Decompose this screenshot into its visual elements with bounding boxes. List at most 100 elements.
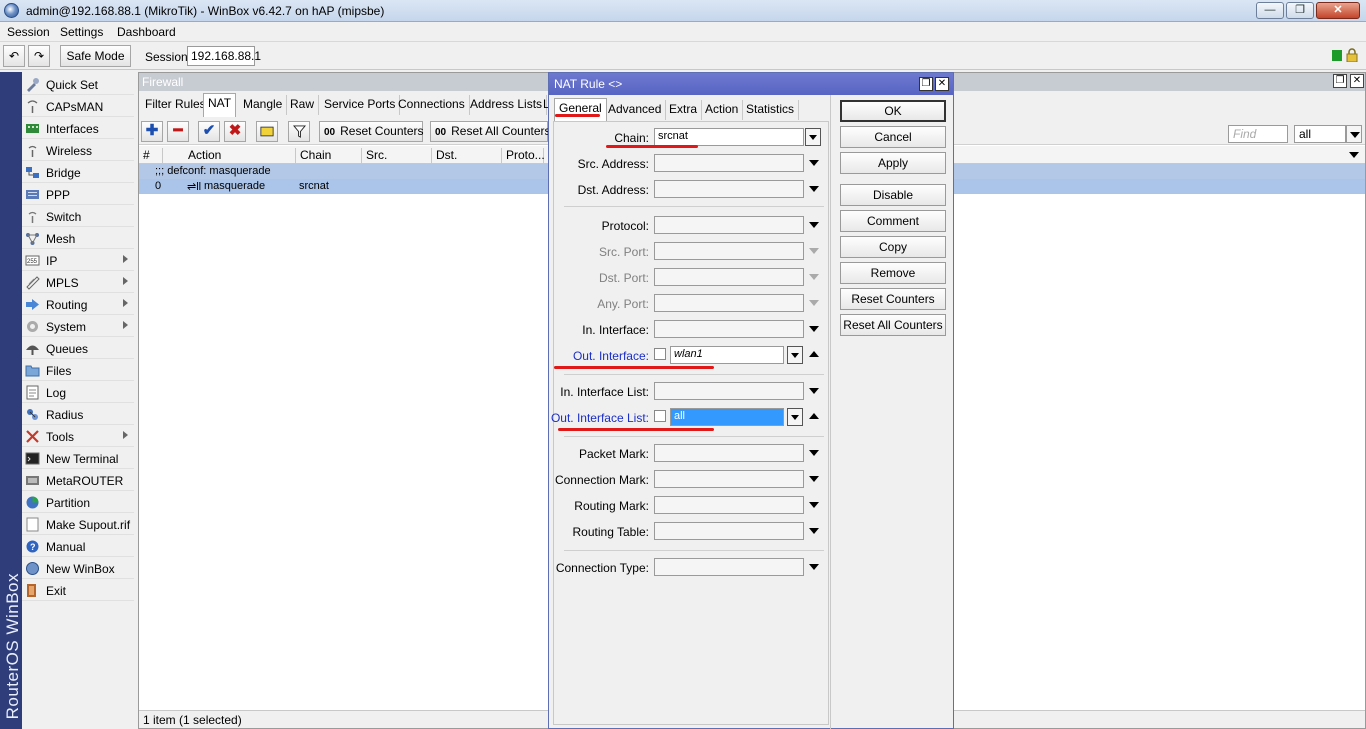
tab-action[interactable]: Action bbox=[701, 100, 744, 120]
tab-nat[interactable]: NAT bbox=[203, 93, 237, 117]
tab-statistics[interactable]: Statistics bbox=[742, 100, 800, 120]
chevron-down-icon[interactable] bbox=[809, 564, 819, 570]
filter-select[interactable]: all bbox=[1294, 125, 1346, 143]
menu-item-routing[interactable]: Routing bbox=[22, 294, 134, 315]
col-action[interactable]: Action bbox=[184, 148, 296, 164]
comment-button[interactable]: Comment bbox=[840, 210, 946, 232]
col-number[interactable]: # bbox=[139, 148, 163, 164]
window-restore-icon[interactable]: ❐ bbox=[919, 77, 933, 91]
any-port-input[interactable] bbox=[654, 294, 804, 312]
chevron-down-icon[interactable] bbox=[809, 326, 819, 332]
menu-settings[interactable]: Settings bbox=[60, 25, 103, 39]
menu-item-files[interactable]: Files bbox=[22, 360, 134, 381]
remove-button[interactable]: Remove bbox=[840, 262, 946, 284]
menu-item-capsman[interactable]: CAPsMAN bbox=[22, 96, 134, 117]
menu-session[interactable]: Session bbox=[7, 25, 50, 39]
menu-item-metarouter[interactable]: MetaROUTER bbox=[22, 470, 134, 491]
connection-mark-select[interactable] bbox=[654, 470, 804, 488]
chevron-down-icon[interactable] bbox=[809, 186, 819, 192]
out-interface-list-dropdown-button[interactable] bbox=[787, 408, 803, 426]
remove-icon[interactable]: ━ bbox=[167, 121, 189, 142]
tab-general[interactable]: General bbox=[554, 98, 607, 121]
redo-button[interactable]: ↷ bbox=[28, 45, 50, 67]
reset-counters-button[interactable]: 00 Reset Counters bbox=[319, 121, 424, 142]
chain-dropdown-button[interactable] bbox=[805, 128, 821, 146]
window-restore-icon[interactable]: ❐ bbox=[1333, 74, 1347, 88]
minimize-button[interactable]: — bbox=[1256, 2, 1284, 19]
menu-item-manual[interactable]: ? Manual bbox=[22, 536, 134, 557]
disable-button[interactable]: Disable bbox=[840, 184, 946, 206]
out-interface-dropdown-button[interactable] bbox=[787, 346, 803, 364]
tab-raw[interactable]: Raw bbox=[286, 95, 320, 115]
menu-item-switch[interactable]: Switch bbox=[22, 206, 134, 227]
chevron-up-icon[interactable] bbox=[809, 351, 819, 357]
menu-item-mpls[interactable]: MPLS bbox=[22, 272, 134, 293]
in-interface-select[interactable] bbox=[654, 320, 804, 338]
apply-button[interactable]: Apply bbox=[840, 152, 946, 174]
out-interface-list-select[interactable]: all bbox=[670, 408, 784, 426]
menu-item-system[interactable]: System bbox=[22, 316, 134, 337]
chevron-up-icon[interactable] bbox=[809, 413, 819, 419]
disable-icon[interactable]: ✖ bbox=[224, 121, 246, 142]
src-address-input[interactable] bbox=[654, 154, 804, 172]
menu-item-tools[interactable]: Tools bbox=[22, 426, 134, 447]
col-chain[interactable]: Chain bbox=[296, 148, 362, 164]
dst-address-input[interactable] bbox=[654, 180, 804, 198]
menu-item-new-winbox[interactable]: New WinBox bbox=[22, 558, 134, 579]
filter-icon[interactable] bbox=[288, 121, 310, 142]
chevron-down-icon[interactable] bbox=[809, 528, 819, 534]
tab-connections[interactable]: Connections bbox=[394, 95, 470, 115]
chevron-down-icon[interactable] bbox=[809, 222, 819, 228]
add-icon[interactable]: ✚ bbox=[141, 121, 163, 142]
menu-item-mesh[interactable]: Mesh bbox=[22, 228, 134, 249]
close-button[interactable]: ✕ bbox=[1316, 2, 1360, 19]
col-src-address[interactable]: Src. Address bbox=[362, 148, 432, 176]
menu-item-partition[interactable]: Partition bbox=[22, 492, 134, 513]
protocol-select[interactable] bbox=[654, 216, 804, 234]
menu-dashboard[interactable]: Dashboard bbox=[117, 25, 176, 39]
menu-item-interfaces[interactable]: Interfaces bbox=[22, 118, 134, 139]
window-close-icon[interactable]: ✕ bbox=[1350, 74, 1364, 88]
menu-item-log[interactable]: Log bbox=[22, 382, 134, 403]
safe-mode-button[interactable]: Safe Mode bbox=[60, 45, 131, 67]
cancel-button[interactable]: Cancel bbox=[840, 126, 946, 148]
menu-item-quick-set[interactable]: Quick Set bbox=[22, 74, 134, 95]
chevron-down-icon[interactable] bbox=[809, 160, 819, 166]
tab-service-ports[interactable]: Service Ports bbox=[320, 95, 401, 115]
packet-mark-select[interactable] bbox=[654, 444, 804, 462]
tab-filter-rules[interactable]: Filter Rules bbox=[141, 95, 211, 115]
copy-button[interactable]: Copy bbox=[840, 236, 946, 258]
chevron-down-icon[interactable] bbox=[809, 450, 819, 456]
reset-counters-button[interactable]: Reset Counters bbox=[840, 288, 946, 310]
chevron-down-icon[interactable] bbox=[809, 388, 819, 394]
columns-menu-icon[interactable] bbox=[1349, 152, 1359, 158]
menu-item-queues[interactable]: Queues bbox=[22, 338, 134, 359]
tab-address-lists[interactable]: Address Lists bbox=[466, 95, 548, 115]
comment-icon[interactable] bbox=[256, 121, 278, 142]
tab-advanced[interactable]: Advanced bbox=[604, 100, 667, 120]
menu-item-bridge[interactable]: Bridge bbox=[22, 162, 134, 183]
menu-item-wireless[interactable]: Wireless bbox=[22, 140, 134, 161]
maximize-button[interactable]: ❐ bbox=[1286, 2, 1314, 19]
ok-button[interactable]: OK bbox=[840, 100, 946, 122]
menu-item-exit[interactable]: Exit bbox=[22, 580, 134, 601]
find-input[interactable]: Find bbox=[1228, 125, 1288, 143]
menu-item-make-supout[interactable]: Make Supout.rif bbox=[22, 514, 134, 535]
chain-select[interactable]: srcnat bbox=[654, 128, 804, 146]
menu-item-radius[interactable]: Radius bbox=[22, 404, 134, 425]
menu-item-ip[interactable]: 255 IP bbox=[22, 250, 134, 271]
undo-button[interactable]: ↶ bbox=[3, 45, 25, 67]
col-dst-address[interactable]: Dst. Address bbox=[432, 148, 502, 176]
routing-mark-select[interactable] bbox=[654, 496, 804, 514]
connection-type-select[interactable] bbox=[654, 558, 804, 576]
out-interface-select[interactable]: wlan1 bbox=[670, 346, 784, 364]
routing-table-select[interactable] bbox=[654, 522, 804, 540]
out-interface-invert-checkbox[interactable] bbox=[654, 348, 666, 360]
chevron-down-icon[interactable] bbox=[809, 502, 819, 508]
reset-all-counters-button[interactable]: Reset All Counters bbox=[840, 314, 946, 336]
tab-extra[interactable]: Extra bbox=[665, 100, 703, 120]
menu-item-new-terminal[interactable]: New Terminal bbox=[22, 448, 134, 469]
tab-mangle[interactable]: Mangle bbox=[239, 95, 288, 115]
in-interface-list-select[interactable] bbox=[654, 382, 804, 400]
src-port-input[interactable] bbox=[654, 242, 804, 260]
